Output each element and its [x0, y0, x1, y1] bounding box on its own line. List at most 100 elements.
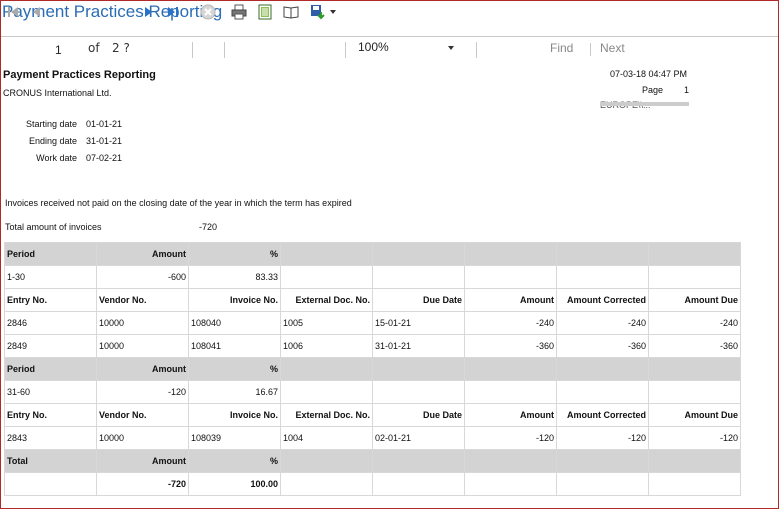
- amount-cell: -240: [464, 311, 557, 335]
- toolbar-separator: [476, 42, 477, 58]
- amount-corrected-cell: -360: [556, 334, 649, 358]
- total-amount-header: Amount: [96, 449, 189, 473]
- payment-practices-table: Period Amount % 1-30 -600 83.33 Entry No…: [4, 242, 741, 496]
- period-header: Period: [4, 242, 97, 266]
- amount-due-cell: -120: [648, 426, 741, 450]
- table-row: 2846 10000 108040 1005 15-01-21 -240 -24…: [4, 311, 741, 335]
- period-header-row: Period Amount %: [4, 357, 741, 381]
- period-percent-cell: 16.67: [188, 380, 281, 404]
- first-page-icon[interactable]: [6, 4, 20, 20]
- entry-header-row: Entry No. Vendor No. Invoice No. Externa…: [4, 403, 741, 427]
- percent-header: %: [188, 242, 281, 266]
- entry-amount-header: Amount: [464, 288, 557, 312]
- company-name: CRONUS International Ltd.: [3, 88, 112, 98]
- amount-corrected-header: Amount Corrected: [556, 403, 649, 427]
- period-amount-cell: -120: [96, 380, 189, 404]
- amount-due-cell: -360: [648, 334, 741, 358]
- amount-cell: -120: [464, 426, 557, 450]
- starting-date-value: 01-01-21: [86, 119, 123, 129]
- external-doc-no-cell: 1006: [280, 334, 373, 358]
- amount-header: Amount: [96, 242, 189, 266]
- entry-no-header: Entry No.: [4, 403, 97, 427]
- report-page: Payment Practices Reporting CRONUS Inter…: [1, 62, 777, 508]
- find-button[interactable]: Find: [550, 41, 573, 55]
- due-date-cell: 31-01-21: [372, 334, 465, 358]
- zoom-value: 100%: [358, 40, 389, 54]
- due-date-cell: 02-01-21: [372, 426, 465, 450]
- table-row: 2843 10000 108039 1004 02-01-21 -120 -12…: [4, 426, 741, 450]
- external-doc-no-cell: 1005: [280, 311, 373, 335]
- page-setup-icon[interactable]: [282, 4, 300, 20]
- entry-no-header: Entry No.: [4, 288, 97, 312]
- export-icon[interactable]: [309, 4, 327, 20]
- invoice-no-cell: 108041: [188, 334, 281, 358]
- period-header-row: Period Amount %: [4, 242, 741, 266]
- period-row: 1-30 -600 83.33: [4, 265, 741, 289]
- user-id: EUROPE\\...: [600, 99, 689, 108]
- amount-due-cell: -240: [648, 311, 741, 335]
- external-doc-no-cell: 1004: [280, 426, 373, 450]
- entry-no-cell: 2846: [4, 311, 97, 335]
- invoice-no-cell: 108039: [188, 426, 281, 450]
- previous-page-icon[interactable]: [30, 4, 44, 20]
- zoom-dropdown-icon: [448, 46, 454, 50]
- due-date-cell: 15-01-21: [372, 311, 465, 335]
- ending-date-value: 31-01-21: [86, 136, 123, 146]
- print-layout-icon[interactable]: [256, 4, 274, 20]
- external-doc-no-header: External Doc. No.: [280, 403, 373, 427]
- next-page-icon[interactable]: [141, 4, 155, 20]
- due-date-header: Due Date: [372, 403, 465, 427]
- total-percent-cell: 100.00: [188, 472, 281, 496]
- work-date-value: 07-02-21: [86, 153, 123, 163]
- page-total-label: 2 ?: [112, 41, 130, 55]
- toolbar-separator: [224, 42, 225, 58]
- total-header: Total: [4, 449, 97, 473]
- total-amount-label: Total amount of invoices: [5, 222, 102, 232]
- amount-corrected-header: Amount Corrected: [556, 288, 649, 312]
- export-dropdown-icon[interactable]: [329, 4, 337, 20]
- amount-header: Amount: [96, 357, 189, 381]
- period-row: 31-60 -120 16.67: [4, 380, 741, 404]
- page-number: 1: [684, 85, 690, 95]
- vendor-no-header: Vendor No.: [96, 288, 189, 312]
- invoice-no-header: Invoice No.: [188, 288, 281, 312]
- report-title: Payment Practices Reporting: [3, 69, 156, 81]
- total-header-row: Total Amount %: [4, 449, 741, 473]
- ending-date-label: Ending date: [28, 136, 77, 146]
- zoom-select[interactable]: 100%: [358, 40, 458, 57]
- page-of-label: of: [88, 41, 100, 55]
- find-separator: [590, 43, 591, 56]
- starting-date-label: Starting date: [25, 119, 77, 129]
- invoice-no-cell: 108040: [188, 311, 281, 335]
- page-label: Page: [642, 85, 664, 95]
- period-amount-cell: -600: [96, 265, 189, 289]
- amount-corrected-cell: -120: [556, 426, 649, 450]
- entry-header-row: Entry No. Vendor No. Invoice No. Externa…: [4, 288, 741, 312]
- last-page-icon[interactable]: [166, 4, 180, 20]
- percent-header: %: [188, 357, 281, 381]
- stop-icon[interactable]: [199, 4, 217, 20]
- vendor-no-header: Vendor No.: [96, 403, 189, 427]
- table-row: 2849 10000 108041 1006 31-01-21 -360 -36…: [4, 334, 741, 358]
- toolbar-separator: [345, 42, 346, 58]
- print-icon[interactable]: [230, 4, 248, 20]
- entry-no-cell: 2849: [4, 334, 97, 358]
- printed-at: 07-03-18 04:47 PM: [609, 69, 687, 79]
- invoice-no-header: Invoice No.: [188, 403, 281, 427]
- period-header: Period: [4, 357, 97, 381]
- vendor-no-cell: 10000: [96, 311, 189, 335]
- amount-due-header: Amount Due: [648, 288, 741, 312]
- total-percent-header: %: [188, 449, 281, 473]
- entry-amount-header: Amount: [464, 403, 557, 427]
- work-date-label: Work date: [36, 153, 77, 163]
- vendor-no-cell: 10000: [96, 334, 189, 358]
- amount-corrected-cell: -240: [556, 311, 649, 335]
- current-page-input[interactable]: [53, 40, 85, 59]
- report-description: Invoices received not paid on the closin…: [5, 198, 352, 208]
- total-amount-cell: -720: [96, 472, 189, 496]
- total-row: -720 100.00: [4, 472, 741, 496]
- vendor-no-cell: 10000: [96, 426, 189, 450]
- find-next-button[interactable]: Next: [600, 41, 625, 55]
- due-date-header: Due Date: [372, 288, 465, 312]
- period-percent-cell: 83.33: [188, 265, 281, 289]
